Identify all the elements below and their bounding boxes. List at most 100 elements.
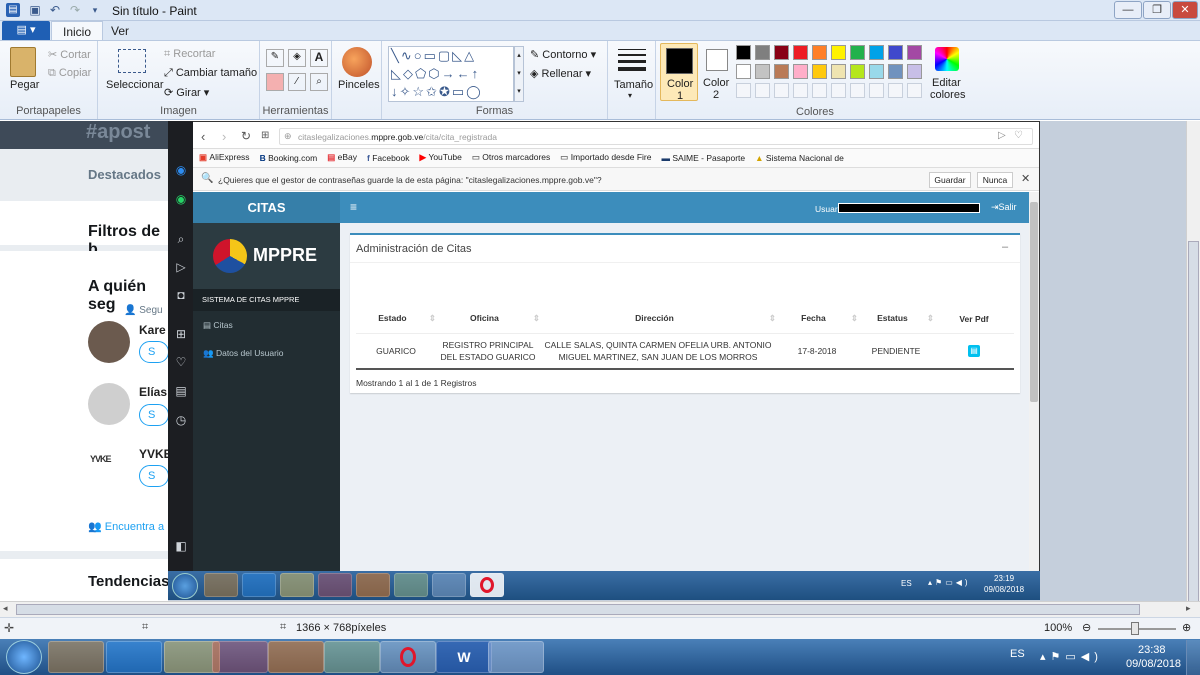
palette-swatch[interactable] bbox=[736, 64, 751, 79]
eraser-icon[interactable] bbox=[266, 73, 284, 91]
select-label[interactable]: Seleccionar bbox=[106, 79, 163, 91]
column-header[interactable]: Fecha ⇕ bbox=[776, 305, 858, 334]
palette-swatch[interactable] bbox=[736, 45, 751, 60]
zoom-slider-thumb[interactable] bbox=[1131, 622, 1139, 635]
palette-swatch[interactable] bbox=[774, 45, 789, 60]
show-desktop-button[interactable] bbox=[1186, 640, 1200, 675]
whatsapp-icon[interactable]: ◉ bbox=[174, 192, 188, 206]
palette-swatch[interactable] bbox=[850, 45, 865, 60]
palette-swatch[interactable] bbox=[793, 45, 808, 60]
brushes-label[interactable]: Pinceles bbox=[338, 79, 380, 91]
sticky-notes-icon[interactable] bbox=[394, 573, 428, 597]
shapes-scroll[interactable]: ▴ ▾ ▾ bbox=[514, 46, 524, 102]
scroll-right-icon[interactable]: ▸ bbox=[1186, 603, 1191, 614]
camera-icon[interactable]: ◘ bbox=[174, 288, 188, 302]
bookmark-item[interactable]: ▣ AliExpress bbox=[199, 152, 250, 163]
opera-icon[interactable] bbox=[470, 573, 504, 597]
palette-swatch[interactable] bbox=[831, 64, 846, 79]
sort-icon[interactable]: ⇕ bbox=[769, 313, 776, 324]
sort-icon[interactable]: ⇕ bbox=[533, 313, 540, 324]
follow-button-1[interactable]: S bbox=[139, 341, 169, 363]
fill-shape-button[interactable]: ◈ Rellenar ▾ bbox=[530, 67, 591, 80]
inner-scrollbar[interactable] bbox=[1029, 192, 1039, 571]
bookmark-item[interactable]: ▭ Otros marcadores bbox=[472, 152, 550, 163]
pencil-icon[interactable]: ✎ bbox=[266, 49, 284, 67]
palette-swatch[interactable] bbox=[831, 83, 846, 98]
media-player-taskbar-icon[interactable] bbox=[48, 641, 104, 673]
inner-lang[interactable]: ES bbox=[901, 579, 912, 588]
cut-button[interactable]: ✂ Cortar bbox=[48, 48, 91, 61]
user-name-3[interactable]: YVKE bbox=[139, 447, 172, 461]
zoom-in-icon[interactable]: ⊕ bbox=[1182, 621, 1191, 634]
palette-swatch[interactable] bbox=[812, 64, 827, 79]
system-tray-icons[interactable]: ▴⚑▭◀) bbox=[1040, 650, 1103, 663]
copy-button[interactable]: ⧉ Copiar bbox=[48, 67, 91, 80]
edit-colors-button[interactable]: Editar colores bbox=[928, 43, 966, 103]
palette-swatch[interactable] bbox=[869, 64, 884, 79]
encuentra-link[interactable]: 👥 Encuentra a bbox=[88, 520, 164, 533]
brushes-icon[interactable] bbox=[342, 47, 372, 77]
send-icon[interactable]: ▷ bbox=[174, 260, 188, 274]
chrome-icon[interactable] bbox=[318, 573, 352, 597]
palette-swatch[interactable] bbox=[755, 64, 770, 79]
rotate-button[interactable]: ⟳ Girar ▾ bbox=[164, 86, 209, 99]
column-header[interactable]: Estado ⇕ bbox=[356, 305, 436, 334]
scroll-left-icon[interactable]: ◂ bbox=[3, 603, 8, 614]
news-icon[interactable]: ▤ bbox=[174, 384, 188, 398]
sort-icon[interactable]: ⇕ bbox=[429, 313, 436, 324]
minimize-button[interactable]: — bbox=[1114, 1, 1142, 19]
avatar[interactable]: YVKE bbox=[90, 454, 124, 474]
chrome-taskbar-icon[interactable] bbox=[212, 641, 268, 673]
text-tool-icon[interactable]: A bbox=[310, 49, 328, 67]
never-save-button[interactable]: Nunca bbox=[977, 172, 1013, 188]
avatar[interactable] bbox=[88, 321, 130, 363]
close-bar-icon[interactable]: ✕ bbox=[1021, 172, 1030, 185]
reload-icon[interactable]: ↻ bbox=[241, 129, 251, 143]
explorer-icon[interactable] bbox=[280, 573, 314, 597]
language-indicator[interactable]: ES bbox=[1010, 648, 1025, 660]
firefox-taskbar-icon[interactable] bbox=[268, 641, 324, 673]
palette-swatch[interactable] bbox=[736, 83, 751, 98]
horizontal-scrollbar[interactable]: ◂ ▸ bbox=[0, 601, 1200, 617]
save-icon[interactable]: ▣ bbox=[28, 3, 42, 17]
palette-swatch[interactable] bbox=[850, 64, 865, 79]
palette-swatch[interactable] bbox=[831, 45, 846, 60]
ie-icon[interactable] bbox=[242, 573, 276, 597]
palette-swatch[interactable] bbox=[888, 64, 903, 79]
bookmark-item[interactable]: ▲ Sistema Nacional de bbox=[755, 153, 844, 163]
sidebar-item-citas[interactable]: ▤ Citas bbox=[203, 320, 233, 331]
paint-app-icon[interactable]: ▤ bbox=[6, 3, 20, 17]
back-icon[interactable]: ‹ bbox=[201, 129, 205, 144]
search-icon[interactable]: ⌕ bbox=[174, 232, 188, 246]
size-icon[interactable] bbox=[618, 49, 646, 71]
column-header[interactable]: Dirección ⇕ bbox=[540, 305, 776, 334]
palette-swatch[interactable] bbox=[850, 83, 865, 98]
palette-swatch[interactable] bbox=[774, 64, 789, 79]
forward-icon[interactable]: › bbox=[222, 129, 226, 144]
sidebar-item-datos[interactable]: 👥 Datos del Usuario bbox=[203, 348, 284, 359]
palette-swatch[interactable] bbox=[793, 64, 808, 79]
bookmark-item[interactable]: B Booking.com bbox=[260, 153, 318, 163]
tabs-grid-icon[interactable]: ⊞ bbox=[261, 130, 269, 141]
paste-label[interactable]: Pegar bbox=[10, 79, 39, 91]
bookmark-item[interactable]: f Facebook bbox=[367, 153, 410, 163]
column-header[interactable]: Estatus ⇕ bbox=[858, 305, 934, 334]
palette-swatch[interactable] bbox=[774, 83, 789, 98]
sidebar-toggle-icon[interactable]: ◧ bbox=[174, 539, 188, 553]
color2-button[interactable]: Color 2 bbox=[700, 43, 734, 101]
opera-taskbar-icon[interactable] bbox=[380, 641, 436, 673]
avatar[interactable] bbox=[88, 383, 130, 425]
palette-swatch[interactable] bbox=[869, 83, 884, 98]
logout-link[interactable]: ⇥Salir bbox=[991, 202, 1017, 213]
speed-dial-icon[interactable]: ⊞ bbox=[174, 327, 188, 341]
fill-icon[interactable]: ◈ bbox=[288, 49, 306, 67]
bookmark-item[interactable]: ▭ Importado desde Fire bbox=[560, 152, 651, 163]
palette-swatch[interactable] bbox=[888, 83, 903, 98]
size-label[interactable]: Tamaño bbox=[614, 79, 653, 91]
palette-swatch[interactable] bbox=[907, 64, 922, 79]
url-field[interactable]: ⊕ citaslegalizaciones.mppre.gob.ve/cita/… bbox=[279, 128, 1033, 145]
color-picker-icon[interactable]: ⁄ bbox=[288, 73, 306, 91]
media-player-icon[interactable] bbox=[204, 573, 238, 597]
column-header[interactable]: Oficina ⇕ bbox=[436, 305, 540, 334]
sticky-notes-taskbar-icon[interactable] bbox=[324, 641, 380, 673]
